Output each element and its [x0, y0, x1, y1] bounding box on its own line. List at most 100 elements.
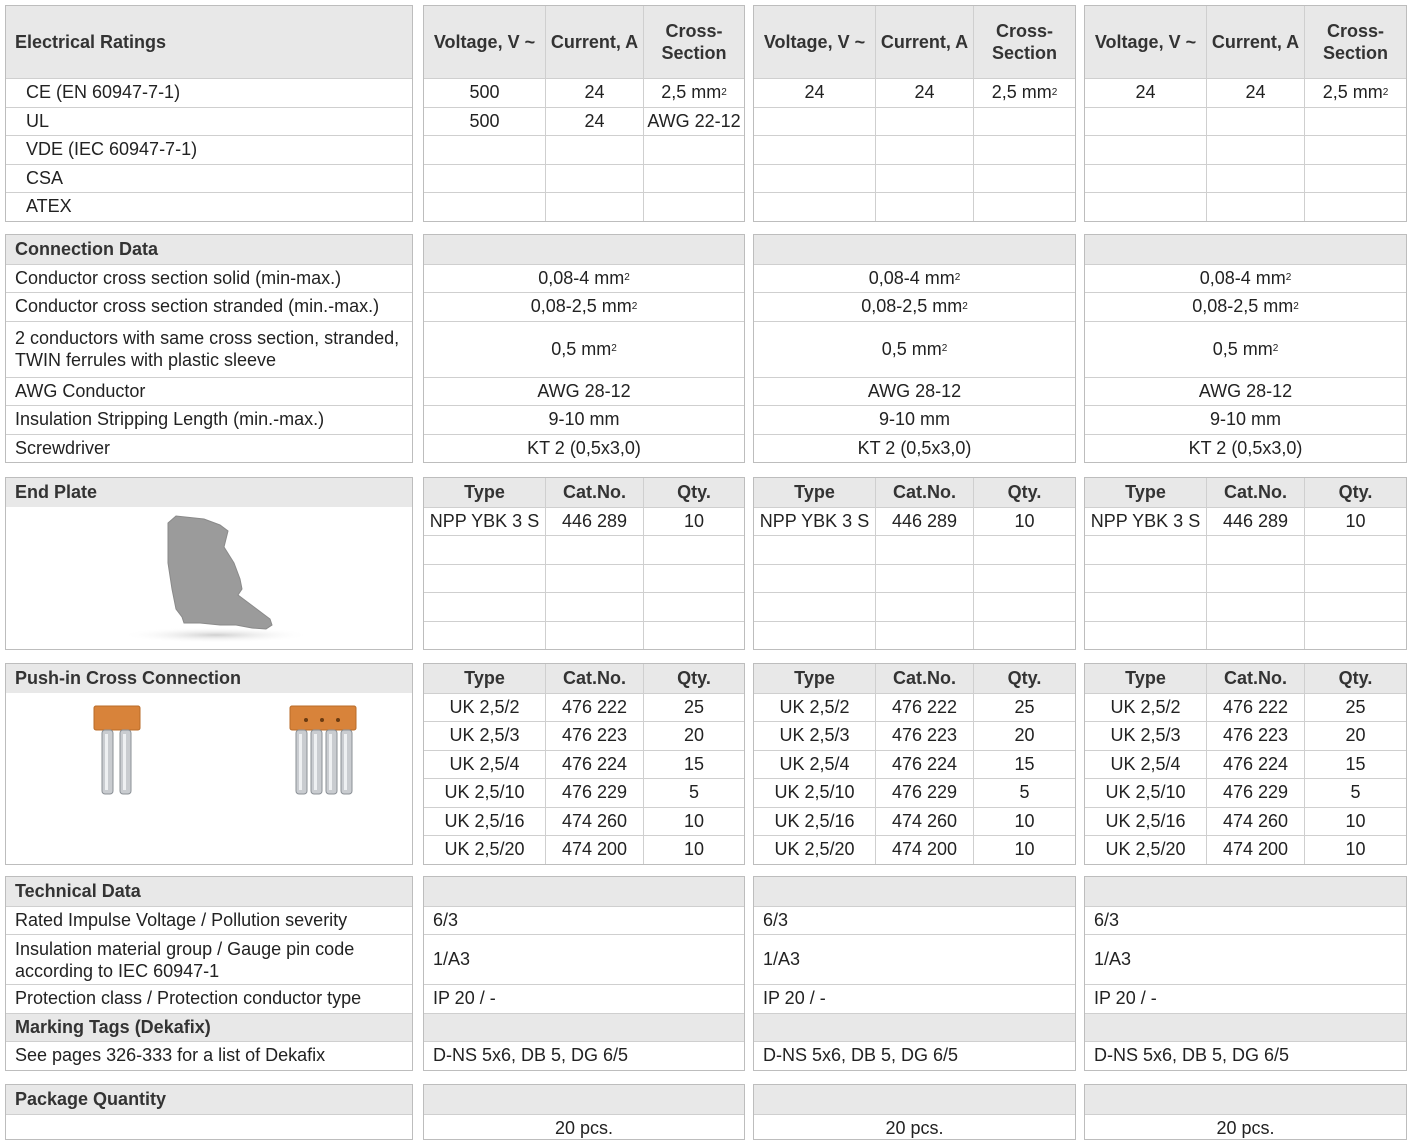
value-text: 24: [584, 111, 604, 132]
cat-no-value: [1206, 622, 1304, 650]
value-text: 476 224: [892, 754, 957, 775]
value-text: UK 2,5/2: [1110, 697, 1180, 718]
qty-value: 20: [1304, 722, 1406, 750]
technical-value: D-NS 5x6, DB 5, DG 6/5: [424, 1042, 744, 1070]
connection-value-row: 9-10 mm: [424, 405, 744, 434]
technical-value-row: 1/A3: [754, 934, 1075, 984]
package-quantity-column-1: 20 pcs.: [423, 1084, 745, 1140]
cross-connection-row: UK 2,5/4476 22415: [424, 750, 744, 779]
type-value: UK 2,5/10: [1085, 779, 1206, 807]
value-text: Cat.No.: [1224, 482, 1287, 503]
rating-label: UL: [6, 108, 412, 136]
connection-value: 0,08-4 mm2: [424, 265, 744, 293]
technical-row-5: See pages 326-333 for a list of Dekafix: [6, 1041, 412, 1070]
connection-row-0: Conductor cross section solid (min-max.): [6, 264, 412, 293]
qty-value: 10: [973, 508, 1075, 536]
connection-label: AWG Conductor: [6, 378, 412, 406]
cat-no-value: 476 223: [1206, 722, 1304, 750]
cross-connection-row: UK 2,5/20474 20010: [424, 835, 744, 864]
connection-value: 0,5 mm2: [754, 322, 1075, 377]
rating-row-1: UL: [6, 107, 412, 136]
connection-value: 0,5 mm2: [1085, 322, 1406, 377]
connection-value-row: KT 2 (0,5x3,0): [1085, 434, 1406, 463]
voltage-value: [1085, 136, 1206, 164]
value-text: Voltage, V ~: [1095, 31, 1196, 53]
value-text: Current, A: [1212, 31, 1299, 53]
cat-no-value: [545, 565, 643, 593]
type-value: UK 2,5/20: [424, 836, 545, 864]
qty-header: Qty.: [1304, 478, 1406, 507]
rating-value-row: 50024AWG 22-12: [424, 107, 744, 136]
voltage-value: [424, 136, 545, 164]
connection-value-row: AWG 28-12: [424, 377, 744, 406]
value-text: 10: [684, 811, 704, 832]
cat-no-value: 446 289: [1206, 508, 1304, 536]
end-plate-row: [1085, 564, 1406, 593]
value-text: UK 2,5/20: [444, 839, 524, 860]
technical-value-row: D-NS 5x6, DB 5, DG 6/5: [1085, 1041, 1406, 1070]
value-text: 0,08-2,5 mm: [1192, 296, 1293, 317]
qty-value: 25: [973, 694, 1075, 722]
cross-connection-row: UK 2,5/10476 2295: [754, 778, 1075, 807]
ratings-column-header: Voltage, V ~Current, ACross-Section: [754, 6, 1075, 78]
cross-section-value: 2,5 mm2: [643, 79, 744, 107]
cat-no-value: [875, 565, 973, 593]
technical-value: 1/A3: [424, 935, 744, 984]
qty-value: 25: [1304, 694, 1406, 722]
type-value: UK 2,5/10: [754, 779, 875, 807]
technical-column-header: [424, 877, 744, 906]
end-plate-shape: [168, 516, 272, 629]
value-text: Cross-Section: [1305, 20, 1406, 64]
value-text: UK 2,5/20: [1105, 839, 1185, 860]
value-text: 476 222: [1223, 697, 1288, 718]
rating-label: VDE (IEC 60947-7-1): [6, 136, 412, 164]
technical-value-row: 6/3: [754, 906, 1075, 935]
end-plate-label-table: End Plate: [5, 477, 413, 650]
cat-no-header: Cat.No.: [545, 664, 643, 693]
type-value: [1085, 536, 1206, 564]
package-quantity-column-2: 20 pcs.: [753, 1084, 1076, 1140]
rating-value-row: [1085, 192, 1406, 221]
qty-value: [1304, 536, 1406, 564]
value-text: Screwdriver: [15, 438, 110, 459]
cat-no-value: 474 200: [1206, 836, 1304, 864]
value-text: VDE (IEC 60947-7-1): [26, 139, 197, 160]
value-text: Cat.No.: [893, 668, 956, 689]
value-text: 5: [1019, 782, 1029, 803]
value-text: 20: [1345, 725, 1365, 746]
connection-value-row: 0,08-2,5 mm2: [424, 292, 744, 321]
technical-value: 1/A3: [1085, 935, 1406, 984]
voltage-value: [1085, 108, 1206, 136]
qty-value: [973, 593, 1075, 621]
cat-no-value: [545, 622, 643, 650]
cross-section-value: [1304, 193, 1406, 221]
section-title: Push-in Cross Connection: [6, 664, 412, 693]
package-quantity-column-3: 20 pcs.: [1084, 1084, 1407, 1140]
current-value: [1206, 108, 1304, 136]
end-plate-row: [424, 564, 744, 593]
cross-section-value: 2,5 mm2: [1304, 79, 1406, 107]
value-text: Voltage, V ~: [434, 31, 535, 53]
cat-no-value: 474 200: [875, 836, 973, 864]
cross-section-value: [973, 165, 1075, 193]
cat-no-value: [545, 593, 643, 621]
cross-section-header: Cross-Section: [973, 6, 1075, 78]
cat-no-value: [875, 622, 973, 650]
value-text: IP 20 / -: [433, 988, 496, 1009]
technical-data-label-table: Technical DataRated Impulse Voltage / Po…: [5, 876, 413, 1071]
value-text: UK 2,5/3: [449, 725, 519, 746]
rating-value-row: [424, 192, 744, 221]
connection-label: 2 conductors with same cross section, st…: [6, 322, 412, 377]
type-value: [1085, 622, 1206, 650]
connection-column-header: [424, 235, 744, 264]
connection-column-header: [754, 235, 1075, 264]
technical-column-header: [754, 877, 1075, 906]
value-text: 10: [1345, 811, 1365, 832]
voltage-value: [754, 108, 875, 136]
value-text: AWG 28-12: [537, 381, 630, 402]
end-plate-row: [424, 592, 744, 621]
value-text: 25: [684, 697, 704, 718]
value-text: See pages 326-333 for a list of Dekafix: [15, 1045, 325, 1066]
connection-row-1: Conductor cross section stranded (min.-m…: [6, 292, 412, 321]
cat-no-header: Cat.No.: [545, 478, 643, 507]
